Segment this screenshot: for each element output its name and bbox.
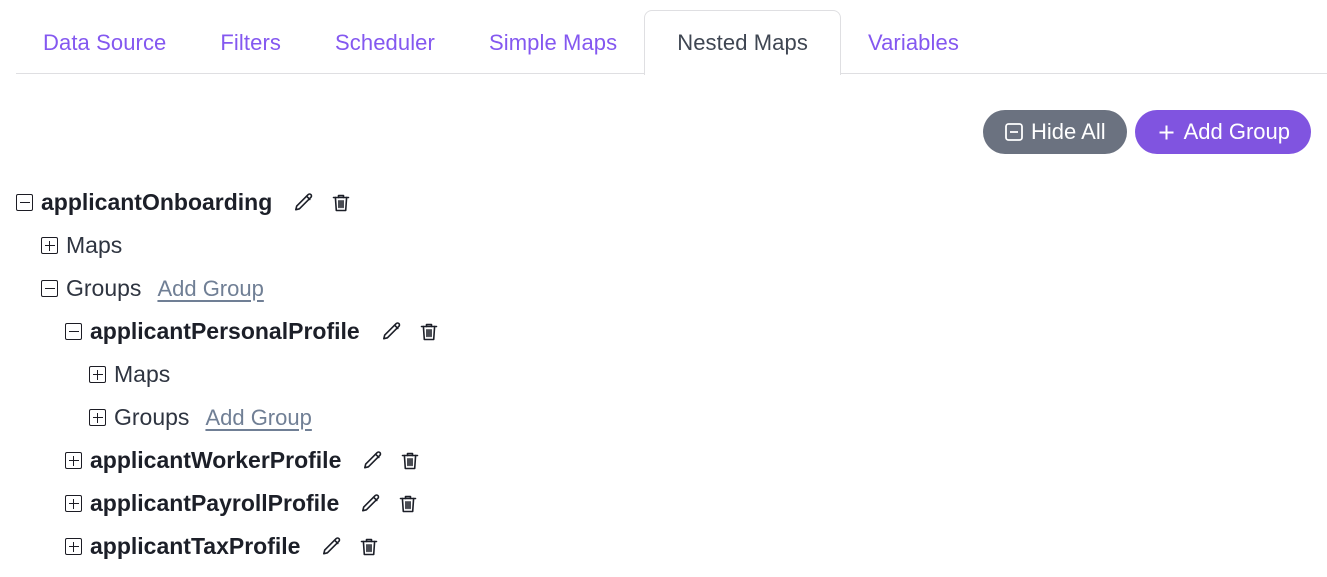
toggle-expand-icon[interactable]: [65, 495, 82, 512]
trash-icon: [396, 492, 420, 516]
tree-node-label: applicantWorkerProfile: [90, 447, 342, 473]
trash-icon: [357, 535, 381, 559]
toggle-collapse-icon[interactable]: [65, 323, 82, 340]
row-actions: [341, 445, 429, 477]
toggle-expand-icon[interactable]: [41, 237, 58, 254]
edit-button[interactable]: [353, 445, 391, 477]
toggle-collapse-icon[interactable]: [41, 280, 58, 297]
tree-node-applicant-payroll-profile: applicantPayrollProfile: [16, 482, 1327, 525]
action-bar: Hide All Add Group: [0, 74, 1327, 154]
pencil-icon: [379, 320, 403, 344]
edit-button[interactable]: [372, 316, 410, 348]
tab-scheduler[interactable]: Scheduler: [308, 10, 462, 74]
tab-nested-maps[interactable]: Nested Maps: [644, 10, 841, 75]
tree-node-root-groups: Groups Add Group: [16, 267, 1327, 310]
tree-node-label: Groups: [66, 275, 142, 301]
delete-button[interactable]: [389, 488, 427, 520]
row-actions: [272, 187, 360, 219]
tab-data-source[interactable]: Data Source: [16, 10, 193, 74]
row-actions: [300, 531, 388, 563]
tree-node-label: Maps: [114, 361, 171, 387]
tree-node-label: applicantPersonalProfile: [90, 318, 360, 344]
row-actions: [360, 316, 448, 348]
add-group-label: Add Group: [1183, 119, 1290, 144]
add-group-link[interactable]: Add Group: [157, 276, 263, 302]
tab-filters[interactable]: Filters: [193, 10, 308, 74]
tree-node-root: applicantOnboarding: [16, 181, 1327, 224]
edit-button[interactable]: [312, 531, 350, 563]
delete-button[interactable]: [410, 316, 448, 348]
trash-icon: [398, 449, 422, 473]
row-actions: [339, 488, 427, 520]
hide-all-button[interactable]: Hide All: [983, 110, 1127, 154]
edit-button[interactable]: [351, 488, 389, 520]
tab-variables[interactable]: Variables: [841, 10, 986, 74]
trash-icon: [329, 191, 353, 215]
pencil-icon: [291, 191, 315, 215]
tab-bar: Data Source Filters Scheduler Simple Map…: [0, 0, 1327, 75]
tree-node-applicant-worker-profile: applicantWorkerProfile: [16, 439, 1327, 482]
delete-button[interactable]: [391, 445, 429, 477]
tree-node-label: Groups: [114, 404, 190, 430]
trash-icon: [417, 320, 441, 344]
tree-node-label: applicantTaxProfile: [90, 533, 301, 559]
pencil-icon: [360, 449, 384, 473]
tab-simple-maps[interactable]: Simple Maps: [462, 10, 644, 74]
tree-node-label: applicantOnboarding: [41, 189, 273, 215]
toggle-expand-icon[interactable]: [89, 409, 106, 426]
delete-button[interactable]: [322, 187, 360, 219]
tree-node-label: applicantPayrollProfile: [90, 490, 340, 516]
toggle-expand-icon[interactable]: [89, 366, 106, 383]
delete-button[interactable]: [350, 531, 388, 563]
pencil-icon: [358, 492, 382, 516]
tree-node-root-maps: Maps: [16, 224, 1327, 267]
pencil-icon: [319, 535, 343, 559]
tree-node-personal-groups: Groups Add Group: [16, 396, 1327, 439]
tree-node-applicant-tax-profile: applicantTaxProfile: [16, 525, 1327, 568]
hide-all-label: Hide All: [1031, 119, 1106, 144]
tree-node-label: Maps: [66, 232, 123, 258]
edit-button[interactable]: [284, 187, 322, 219]
toggle-collapse-icon[interactable]: [16, 194, 33, 211]
add-group-button[interactable]: Add Group: [1134, 110, 1311, 154]
tree-node-personal-maps: Maps: [16, 353, 1327, 396]
minus-square-icon: [1004, 122, 1024, 142]
plus-icon: [1156, 122, 1177, 143]
add-group-link[interactable]: Add Group: [205, 405, 311, 431]
toggle-expand-icon[interactable]: [65, 452, 82, 469]
nested-maps-tree: applicantOnboarding Maps Groups Add Grou…: [0, 154, 1327, 568]
toggle-expand-icon[interactable]: [65, 538, 82, 555]
tree-node-applicant-personal-profile: applicantPersonalProfile: [16, 310, 1327, 353]
